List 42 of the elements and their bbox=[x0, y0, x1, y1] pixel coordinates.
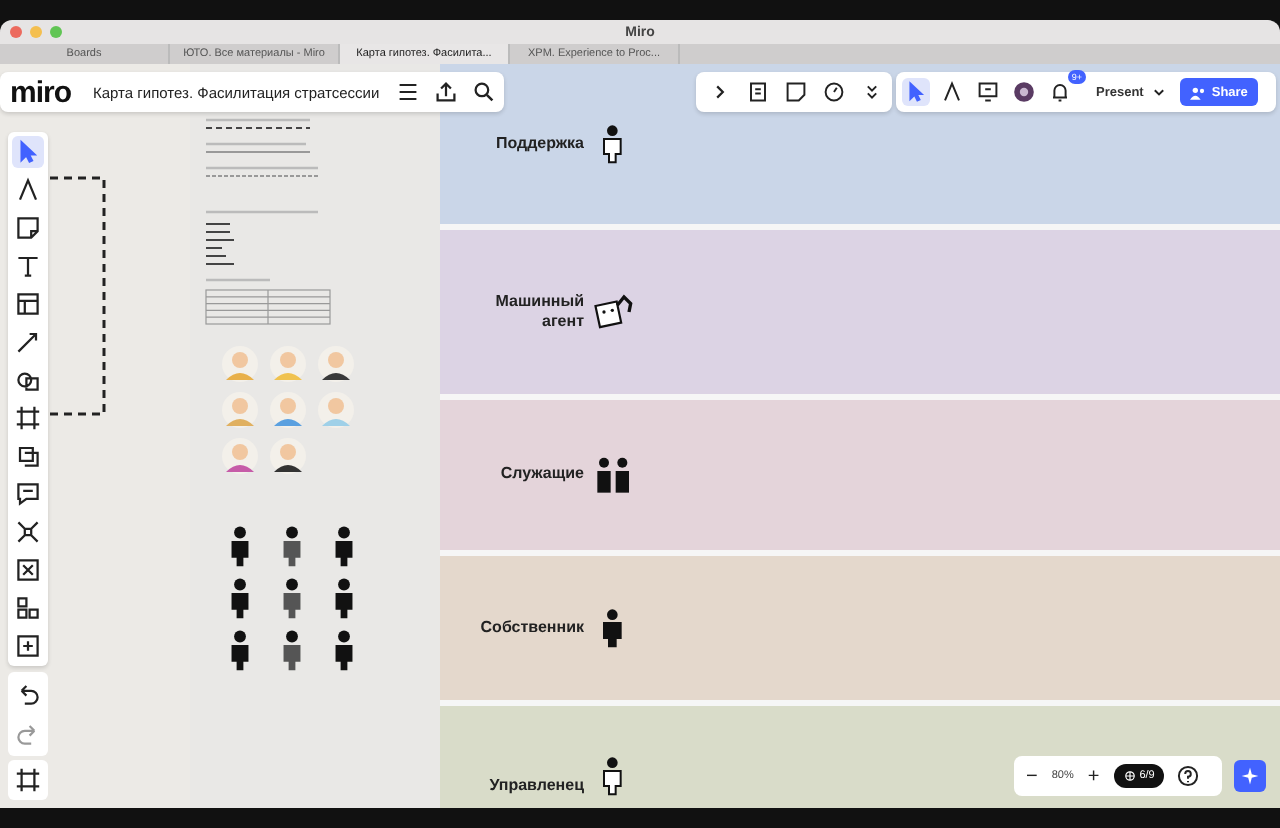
help-icon[interactable] bbox=[1174, 762, 1203, 790]
logo: miro bbox=[10, 75, 72, 109]
globe-icon bbox=[1123, 770, 1136, 782]
caret-icon[interactable] bbox=[1151, 85, 1166, 99]
frame-icon bbox=[12, 764, 44, 796]
avatar-icon bbox=[316, 390, 356, 430]
two-people-icon bbox=[594, 455, 634, 495]
select-tool-icon[interactable] bbox=[12, 136, 44, 168]
sparkle-icon bbox=[1238, 764, 1262, 788]
avatar-icon bbox=[268, 436, 308, 476]
ai-assistant-button[interactable] bbox=[1234, 760, 1266, 792]
avatar-icon bbox=[268, 344, 308, 384]
user-avatar[interactable] bbox=[1010, 78, 1038, 106]
apps-tool-icon[interactable] bbox=[12, 592, 44, 624]
screen-icon[interactable] bbox=[974, 78, 1002, 106]
embed-tool-icon[interactable] bbox=[12, 554, 44, 586]
cursor-icon[interactable] bbox=[902, 78, 930, 106]
document-icon[interactable] bbox=[744, 78, 772, 106]
sticky-tool-icon[interactable] bbox=[12, 212, 44, 244]
robot-icon bbox=[594, 292, 634, 332]
add-tool-icon[interactable] bbox=[12, 630, 44, 662]
search-icon[interactable] bbox=[469, 78, 498, 106]
avatar-icon bbox=[220, 390, 260, 430]
frames-button[interactable] bbox=[8, 760, 48, 800]
zoom-in-button[interactable]: + bbox=[1083, 765, 1104, 787]
lane-label: Машинный агент bbox=[493, 291, 584, 333]
avatar-icon bbox=[268, 390, 308, 430]
table-tool-icon[interactable] bbox=[12, 288, 44, 320]
frame-tool-icon[interactable] bbox=[12, 402, 44, 434]
upload-icon[interactable] bbox=[431, 78, 460, 106]
avatar-icon bbox=[220, 436, 260, 476]
sticky-note-icon[interactable] bbox=[782, 78, 810, 106]
mindmap-tool-icon[interactable] bbox=[12, 516, 44, 548]
avatar-icon bbox=[220, 344, 260, 384]
lane-label: Служащие bbox=[498, 464, 584, 486]
people-icon bbox=[1189, 85, 1206, 99]
timer-icon[interactable] bbox=[820, 78, 848, 106]
avatar-icon bbox=[316, 344, 356, 384]
lane-label: Собственник bbox=[478, 617, 584, 639]
lane-label: Поддержка bbox=[493, 133, 584, 155]
comment-tool-icon[interactable] bbox=[12, 478, 44, 510]
lane-label: Управленец bbox=[487, 775, 584, 796]
